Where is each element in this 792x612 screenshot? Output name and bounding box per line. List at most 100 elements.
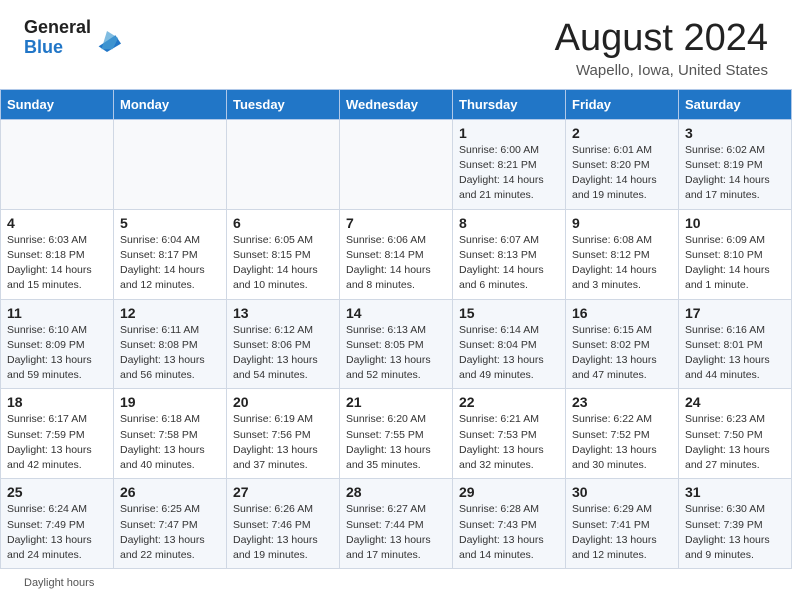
calendar-cell: 13 Sunrise: 6:12 AM Sunset: 8:06 PM Dayli… [227,299,340,389]
day-info: Sunrise: 6:10 AM Sunset: 8:09 PM Dayligh… [7,323,107,384]
day-info: Sunrise: 6:06 AM Sunset: 8:14 PM Dayligh… [346,233,446,294]
day-number: 21 [346,394,446,410]
day-number: 28 [346,484,446,500]
day-info: Sunrise: 6:29 AM Sunset: 7:41 PM Dayligh… [572,502,672,563]
day-info: Sunrise: 6:01 AM Sunset: 8:20 PM Dayligh… [572,143,672,204]
calendar-cell: 19Sunrise: 6:18 AM Sunset: 7:58 PM Dayli… [114,389,227,479]
day-number: 15 [459,305,559,321]
week-row-5: 25 Sunrise: 6:24 AM Sunset: 7:49 PM Dayli… [1,479,792,569]
day-info: Sunrise: 6:30 AM Sunset: 7:39 PM Dayligh… [685,502,785,563]
day-number: 29 [459,484,559,500]
day-number: 20 [233,394,333,410]
logo-general: General [24,17,91,37]
day-number: 14 [346,305,446,321]
day-info: Sunrise: 6:13 AM Sunset: 8:05 PM Dayligh… [346,323,446,384]
day-number: 4 [7,215,107,231]
day-number: 10 [685,215,785,231]
calendar-cell: 15 Sunrise: 6:14 AM Sunset: 8:04 PM Dayli… [453,299,566,389]
location: Wapello, Iowa, United States [555,62,768,79]
day-info: Sunrise: 6:09 AM Sunset: 8:10 PM Dayligh… [685,233,785,294]
calendar-cell: 8Sunrise: 6:07 AM Sunset: 8:13 PM Daylig… [453,209,566,299]
calendar-cell: 1Sunrise: 6:00 AM Sunset: 8:21 PM Daylig… [453,119,566,209]
calendar-cell: 26Sunrise: 6:25 AM Sunset: 7:47 PM Dayli… [114,479,227,569]
day-info: Sunrise: 6:12 AM Sunset: 8:06 PM Dayligh… [233,323,333,384]
day-info: Sunrise: 6:26 AM Sunset: 7:46 PM Dayligh… [233,502,333,563]
day-info: Sunrise: 6:21 AM Sunset: 7:53 PM Dayligh… [459,412,559,473]
day-info: Sunrise: 6:14 AM Sunset: 8:04 PM Dayligh… [459,323,559,384]
day-info: Sunrise: 6:24 AM Sunset: 7:49 PM Dayligh… [7,502,107,563]
day-number: 30 [572,484,672,500]
day-number: 16 [572,305,672,321]
calendar-cell [1,119,114,209]
day-info: Sunrise: 6:05 AM Sunset: 8:15 PM Dayligh… [233,233,333,294]
day-number: 1 [459,125,559,141]
week-row-2: 4 Sunrise: 6:03 AM Sunset: 8:18 PM Daylig… [1,209,792,299]
week-row-3: 11 Sunrise: 6:10 AM Sunset: 8:09 PM Dayli… [1,299,792,389]
calendar-cell: 7 Sunrise: 6:06 AM Sunset: 8:14 PM Daylig… [340,209,453,299]
day-number: 17 [685,305,785,321]
calendar-cell: 3 Sunrise: 6:02 AM Sunset: 8:19 PM Daylig… [679,119,792,209]
calendar-cell: 21Sunrise: 6:20 AM Sunset: 7:55 PM Dayli… [340,389,453,479]
day-number: 27 [233,484,333,500]
day-number: 19 [120,394,220,410]
calendar-cell: 22 Sunrise: 6:21 AM Sunset: 7:53 PM Dayli… [453,389,566,479]
day-header-tuesday: Tuesday [227,89,340,119]
calendar-cell: 6Sunrise: 6:05 AM Sunset: 8:15 PM Daylig… [227,209,340,299]
day-number: 11 [7,305,107,321]
calendar-cell: 4 Sunrise: 6:03 AM Sunset: 8:18 PM Daylig… [1,209,114,299]
day-number: 8 [459,215,559,231]
day-number: 9 [572,215,672,231]
calendar-cell: 10 Sunrise: 6:09 AM Sunset: 8:10 PM Dayli… [679,209,792,299]
day-info: Sunrise: 6:25 AM Sunset: 7:47 PM Dayligh… [120,502,220,563]
calendar-cell [227,119,340,209]
calendar-cell: 12Sunrise: 6:11 AM Sunset: 8:08 PM Dayli… [114,299,227,389]
day-info: Sunrise: 6:23 AM Sunset: 7:50 PM Dayligh… [685,412,785,473]
week-row-4: 18Sunrise: 6:17 AM Sunset: 7:59 PM Dayli… [1,389,792,479]
calendar-cell: 25 Sunrise: 6:24 AM Sunset: 7:49 PM Dayli… [1,479,114,569]
day-number: 18 [7,394,107,410]
day-info: Sunrise: 6:04 AM Sunset: 8:17 PM Dayligh… [120,233,220,294]
calendar-cell: 24 Sunrise: 6:23 AM Sunset: 7:50 PM Dayli… [679,389,792,479]
day-header-monday: Monday [114,89,227,119]
day-info: Sunrise: 6:08 AM Sunset: 8:12 PM Dayligh… [572,233,672,294]
calendar-cell: 30 Sunrise: 6:29 AM Sunset: 7:41 PM Dayli… [566,479,679,569]
calendar-header-row: SundayMondayTuesdayWednesdayThursdayFrid… [1,89,792,119]
day-header-saturday: Saturday [679,89,792,119]
calendar-cell: 23 Sunrise: 6:22 AM Sunset: 7:52 PM Dayli… [566,389,679,479]
calendar-cell [114,119,227,209]
day-header-thursday: Thursday [453,89,566,119]
calendar-cell: 18Sunrise: 6:17 AM Sunset: 7:59 PM Dayli… [1,389,114,479]
day-number: 7 [346,215,446,231]
calendar-cell: 28Sunrise: 6:27 AM Sunset: 7:44 PM Dayli… [340,479,453,569]
calendar-cell: 27 Sunrise: 6:26 AM Sunset: 7:46 PM Dayli… [227,479,340,569]
day-number: 24 [685,394,785,410]
day-header-wednesday: Wednesday [340,89,453,119]
day-info: Sunrise: 6:19 AM Sunset: 7:56 PM Dayligh… [233,412,333,473]
day-info: Sunrise: 6:03 AM Sunset: 8:18 PM Dayligh… [7,233,107,294]
day-number: 5 [120,215,220,231]
day-info: Sunrise: 6:16 AM Sunset: 8:01 PM Dayligh… [685,323,785,384]
page-header: General Blue August 2024 Wapello, Iowa, … [0,0,792,89]
day-number: 23 [572,394,672,410]
calendar-cell: 9 Sunrise: 6:08 AM Sunset: 8:12 PM Daylig… [566,209,679,299]
calendar-cell: 29 Sunrise: 6:28 AM Sunset: 7:43 PM Dayli… [453,479,566,569]
calendar-cell: 11 Sunrise: 6:10 AM Sunset: 8:09 PM Dayli… [1,299,114,389]
day-header-friday: Friday [566,89,679,119]
day-number: 25 [7,484,107,500]
calendar-cell: 5 Sunrise: 6:04 AM Sunset: 8:17 PM Daylig… [114,209,227,299]
day-number: 22 [459,394,559,410]
day-info: Sunrise: 6:15 AM Sunset: 8:02 PM Dayligh… [572,323,672,384]
day-header-sunday: Sunday [1,89,114,119]
day-info: Sunrise: 6:28 AM Sunset: 7:43 PM Dayligh… [459,502,559,563]
calendar-cell: 2Sunrise: 6:01 AM Sunset: 8:20 PM Daylig… [566,119,679,209]
day-info: Sunrise: 6:22 AM Sunset: 7:52 PM Dayligh… [572,412,672,473]
day-number: 13 [233,305,333,321]
day-number: 3 [685,125,785,141]
day-number: 12 [120,305,220,321]
logo-icon [93,24,121,52]
calendar-cell: 20 Sunrise: 6:19 AM Sunset: 7:56 PM Dayli… [227,389,340,479]
calendar-cell [340,119,453,209]
month-title: August 2024 [555,18,768,60]
day-number: 31 [685,484,785,500]
day-info: Sunrise: 6:02 AM Sunset: 8:19 PM Dayligh… [685,143,785,204]
